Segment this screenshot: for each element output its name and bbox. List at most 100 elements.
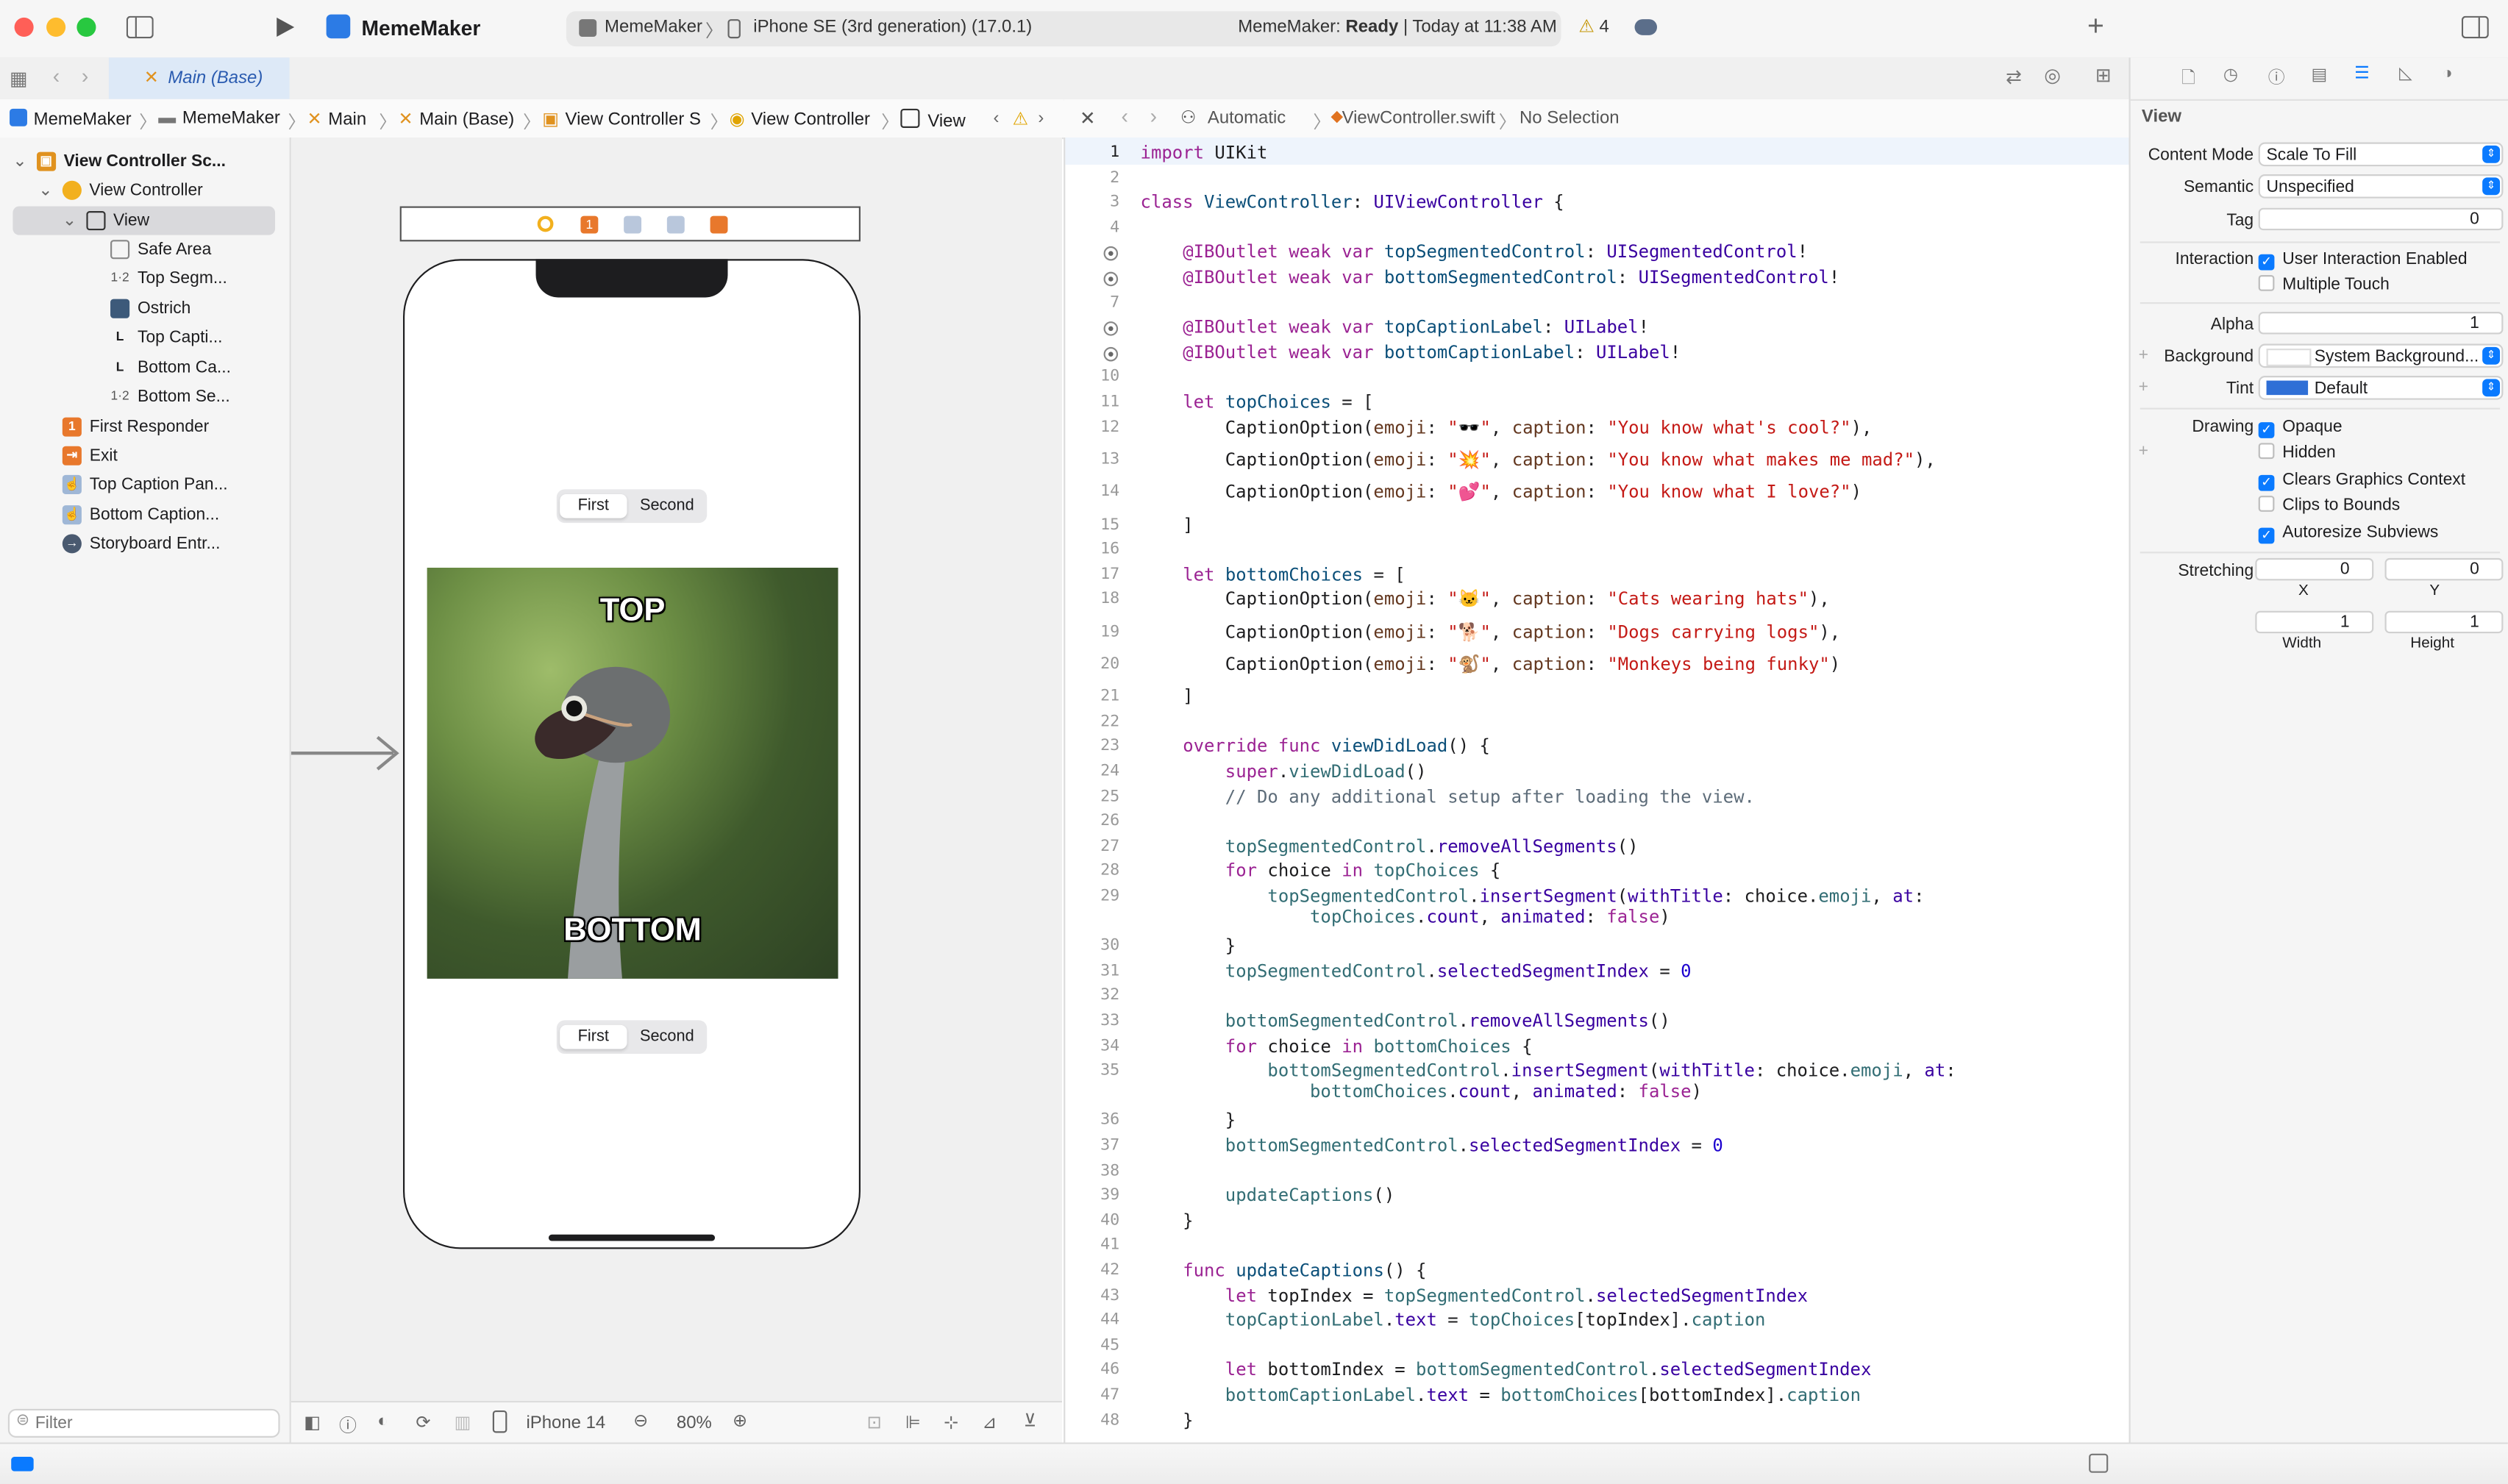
- tag-field[interactable]: 0: [2258, 207, 2504, 231]
- storyboard-canvas[interactable]: 1 First Second TOP BOTTOM First Second: [291, 138, 1063, 1443]
- code-line[interactable]: }: [1141, 936, 1236, 957]
- code-line[interactable]: let bottomChoices = [: [1141, 564, 1405, 585]
- size-icon[interactable]: ◺: [2399, 64, 2412, 83]
- outline-item-exit[interactable]: ⇥ Exit: [62, 441, 118, 470]
- code-line[interactable]: let bottomIndex = bottomSegmentedControl…: [1141, 1360, 1872, 1380]
- file-name[interactable]: ViewController.swift: [1342, 109, 1495, 128]
- code-line[interactable]: topCaptionLabel.text = topChoices[topInd…: [1141, 1310, 1766, 1330]
- gesture-icon[interactable]: [624, 215, 642, 234]
- opaque-checkbox[interactable]: Opaque: [2258, 418, 2343, 438]
- breadcrumb-item[interactable]: MemeMaker: [10, 108, 132, 129]
- zoom-out-icon[interactable]: ⊖: [633, 1410, 648, 1431]
- back-icon[interactable]: ‹: [53, 64, 60, 88]
- top-caption-label[interactable]: TOP: [427, 593, 838, 630]
- scheme-name[interactable]: MemeMaker: [605, 18, 702, 37]
- appearance-icon[interactable]: ◐: [377, 1412, 388, 1431]
- outlet-connection-icon[interactable]: [1103, 346, 1119, 362]
- first-responder-icon[interactable]: 1: [580, 215, 599, 234]
- debug-area-icon[interactable]: [11, 1457, 34, 1471]
- outlet-connection-icon[interactable]: [1103, 321, 1119, 337]
- connections-icon[interactable]: ◑: [2443, 64, 2453, 83]
- view-controller-icon[interactable]: [537, 215, 554, 232]
- segment-second[interactable]: Second: [630, 494, 704, 518]
- breadcrumb-item[interactable]: ▬ MemeMaker: [158, 109, 280, 128]
- sidebar-toggle-icon[interactable]: [126, 15, 154, 39]
- outline-item-bottom-caption[interactable]: L Bottom Ca...: [110, 354, 231, 382]
- tint-popup[interactable]: Default ⇕: [2258, 376, 2504, 400]
- code-line[interactable]: @IBOutlet weak var topSegmentedControl: …: [1141, 242, 1808, 263]
- swap-icon[interactable]: ⇄: [2006, 65, 2022, 88]
- outlet-connection-icon[interactable]: [1103, 246, 1119, 262]
- minimize-window-button[interactable]: [46, 17, 66, 38]
- assistant-mode[interactable]: Automatic: [1208, 109, 1286, 128]
- code-line[interactable]: override func viewDidLoad() {: [1141, 736, 1490, 757]
- breadcrumb-item[interactable]: ◉ View Controller: [730, 109, 870, 129]
- add-variation-icon[interactable]: +: [2139, 346, 2148, 365]
- stretch-height-field[interactable]: 1: [2384, 610, 2504, 634]
- stretch-width-field[interactable]: 1: [2255, 610, 2374, 634]
- code-line[interactable]: @IBOutlet weak var bottomCaptionLabel: U…: [1141, 342, 1681, 363]
- breadcrumb-item[interactable]: View: [900, 108, 966, 131]
- code-line[interactable]: updateCaptions(): [1141, 1185, 1394, 1206]
- breadcrumb-item[interactable]: ✕ Main (Base): [399, 109, 515, 129]
- add-variation-icon[interactable]: +: [2139, 441, 2148, 460]
- filter-field[interactable]: ⊜: [7, 1408, 280, 1438]
- back-icon[interactable]: ‹: [1121, 104, 1127, 128]
- outline-item-top-segmented[interactable]: 1·2 Top Segm...: [110, 264, 227, 293]
- bottom-segmented-control[interactable]: First Second: [556, 1020, 708, 1055]
- console-toggle-icon[interactable]: [2089, 1453, 2109, 1473]
- hidden-checkbox[interactable]: Hidden: [2258, 443, 2336, 462]
- device-selector[interactable]: iPhone 14: [526, 1413, 605, 1433]
- code-line[interactable]: func updateCaptions() {: [1141, 1260, 1426, 1281]
- outline-item-top-gesture[interactable]: ☝ Top Caption Pan...: [62, 470, 228, 499]
- add-constraints-icon[interactable]: ⊹: [944, 1412, 958, 1433]
- source-editor[interactable]: 1 import UIKit 2 3 class ViewController: UIV…: [1064, 138, 2131, 1443]
- resolve-issues-icon[interactable]: ⊿: [982, 1412, 997, 1433]
- file-inspector-icon[interactable]: 🗋: [2181, 65, 2195, 94]
- segment-second[interactable]: Second: [630, 1025, 704, 1049]
- clears-graphics-checkbox[interactable]: Clears Graphics Context: [2258, 470, 2465, 491]
- code-line[interactable]: ]: [1141, 514, 1193, 535]
- code-line[interactable]: // Do any additional setup after loading…: [1141, 786, 1755, 807]
- code-line[interactable]: @IBOutlet weak var bottomSegmentedContro…: [1141, 267, 1839, 288]
- layout-icon[interactable]: ▥: [455, 1412, 471, 1433]
- outline-item-ostrich[interactable]: Ostrich: [110, 294, 190, 323]
- code-line[interactable]: bottomSegmentedControl.insertSegment(wit…: [1141, 1060, 1956, 1102]
- stretch-x-field[interactable]: 0: [2255, 557, 2374, 581]
- gesture-icon[interactable]: [666, 215, 685, 234]
- code-line[interactable]: CaptionOption(emoji: "🐕", caption: "Dogs…: [1141, 621, 1840, 642]
- tab-main-base[interactable]: ✕ Main (Base): [108, 57, 290, 99]
- link-icon[interactable]: ◎: [2044, 64, 2061, 86]
- outline-item-scene[interactable]: ⌄ ▣ View Controller Sc...: [13, 147, 226, 176]
- code-line[interactable]: CaptionOption(emoji: "🕶️", caption: "You…: [1141, 417, 1873, 438]
- zoom-in-icon[interactable]: ⊕: [733, 1410, 747, 1431]
- breadcrumb-item[interactable]: ▣ View Controller S: [542, 109, 708, 129]
- multiple-touch-checkbox[interactable]: Multiple Touch: [2258, 275, 2390, 294]
- attributes-icon[interactable]: ☰: [2354, 64, 2369, 83]
- add-icon[interactable]: +: [2087, 10, 2104, 43]
- code-line[interactable]: ]: [1141, 686, 1193, 707]
- identity-icon[interactable]: ▤: [2311, 65, 2327, 85]
- close-editor-icon[interactable]: ✕: [1080, 107, 1096, 129]
- code-line[interactable]: bottomSegmentedControl.removeAllSegments…: [1141, 1010, 1670, 1031]
- code-line[interactable]: }: [1141, 1110, 1236, 1131]
- code-line[interactable]: topSegmentedControl.removeAllSegments(): [1141, 836, 1639, 857]
- segment-first[interactable]: First: [560, 493, 627, 518]
- semantic-popup[interactable]: Unspecified ⇕: [2258, 174, 2504, 199]
- code-line[interactable]: CaptionOption(emoji: "🐒", caption: "Monk…: [1141, 654, 1840, 674]
- code-line[interactable]: let topIndex = topSegmentedControl.selec…: [1141, 1285, 1808, 1305]
- segment-first[interactable]: First: [560, 1024, 627, 1049]
- zoom-window-button[interactable]: [76, 17, 96, 38]
- outline-item-bottom-segmented[interactable]: 1·2 Bottom Se...: [110, 382, 230, 411]
- code-line[interactable]: for choice in topChoices {: [1141, 861, 1501, 882]
- ostrich-image[interactable]: TOP BOTTOM: [427, 567, 838, 979]
- exit-icon[interactable]: [710, 215, 728, 234]
- close-window-button[interactable]: [14, 17, 34, 38]
- cloud-icon[interactable]: [1634, 19, 1657, 35]
- forward-icon[interactable]: ›: [82, 64, 88, 88]
- forward-icon[interactable]: ›: [1150, 104, 1157, 128]
- outline-toggle-icon[interactable]: ◧: [304, 1412, 321, 1433]
- alpha-field[interactable]: 1: [2258, 312, 2504, 335]
- run-destination[interactable]: iPhone SE (3rd generation) (17.0.1): [753, 18, 1032, 37]
- outlet-connection-icon[interactable]: [1103, 271, 1119, 287]
